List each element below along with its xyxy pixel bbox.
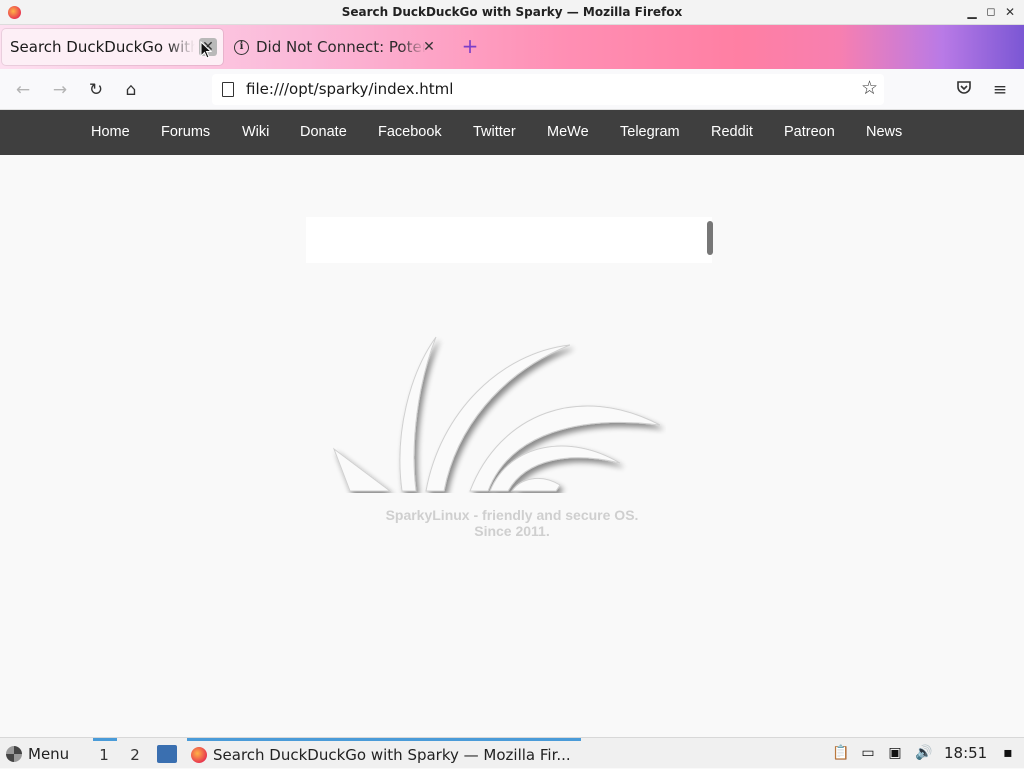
mouse-cursor-icon — [200, 41, 212, 59]
workspace-2[interactable]: 2 — [124, 746, 146, 764]
window-title: Search DuckDuckGo with Sparky — Mozilla … — [341, 5, 683, 19]
window-titlebar: Search DuckDuckGo with Sparky — Mozilla … — [0, 0, 1024, 25]
taskbar-firefox-task[interactable]: Search DuckDuckGo with Sparky — Mozilla … — [187, 738, 581, 769]
reload-button[interactable]: ↻ — [84, 78, 108, 102]
clock: 18:51 — [944, 744, 988, 762]
keyboard-icon[interactable]: ▣ — [886, 744, 904, 762]
tab-did-not-connect[interactable]: i Did Not Connect: Potential Security Is… — [226, 29, 446, 65]
menu-label: Menu — [28, 745, 70, 763]
taskbar: Menu 1 2 Search DuckDuckGo with Sparky —… — [0, 737, 1024, 768]
workspace-1[interactable]: 1 — [93, 738, 117, 764]
nav-donate[interactable]: Donate — [300, 124, 347, 140]
url-bar[interactable]: file:///opt/sparky/index.html ☆ — [212, 74, 884, 105]
nav-reddit[interactable]: Reddit — [711, 124, 753, 140]
tab-label: Search DuckDuckGo with Sparky — [10, 38, 195, 56]
new-tab-button[interactable]: + — [460, 36, 480, 56]
nav-mewe[interactable]: MeWe — [547, 124, 589, 140]
close-tab-icon[interactable]: ✕ — [420, 38, 438, 56]
search-input[interactable] — [306, 217, 712, 263]
nav-news[interactable]: News — [866, 124, 902, 140]
url-text: file:///opt/sparky/index.html — [246, 80, 454, 98]
nav-wiki[interactable]: Wiki — [242, 124, 269, 140]
start-menu-button[interactable]: Menu — [6, 745, 69, 763]
forward-button[interactable]: → — [48, 78, 72, 102]
minimize-icon[interactable]: ▁ — [964, 4, 980, 20]
clipboard-icon[interactable]: 📋 — [832, 744, 850, 762]
tab-search-duckduckgo[interactable]: Search DuckDuckGo with Sparky ✕ — [2, 29, 223, 65]
tagline-line-1: SparkyLinux - friendly and secure OS. — [385, 507, 639, 523]
pocket-icon[interactable] — [952, 78, 976, 102]
nav-home[interactable]: Home — [91, 124, 130, 140]
firefox-icon — [191, 747, 207, 763]
nav-forums[interactable]: Forums — [161, 124, 210, 140]
tagline-line-2: Since 2011. — [474, 523, 550, 539]
info-icon: i — [234, 39, 249, 55]
show-desktop-icon[interactable]: ▪ — [999, 744, 1017, 762]
nav-patreon[interactable]: Patreon — [784, 124, 835, 140]
navigation-toolbar: ← → ↻ ⌂ file:///opt/sparky/index.html ☆ … — [0, 69, 1024, 110]
page-icon — [222, 82, 234, 97]
close-window-icon[interactable]: ✕ — [1002, 4, 1018, 20]
desktop-app-icon[interactable] — [157, 745, 177, 763]
nav-facebook[interactable]: Facebook — [378, 124, 442, 140]
search-scrollbar[interactable] — [707, 221, 713, 255]
nav-telegram[interactable]: Telegram — [620, 124, 680, 140]
volume-icon[interactable]: 🔊 — [915, 744, 933, 762]
maximize-icon[interactable]: ◻ — [983, 4, 999, 20]
back-button[interactable]: ← — [11, 78, 35, 102]
tab-label: Did Not Connect: Potential Security Issu… — [256, 38, 426, 56]
task-label: Search DuckDuckGo with Sparky — Mozilla … — [213, 746, 571, 764]
home-button[interactable]: ⌂ — [119, 78, 143, 102]
display-icon[interactable]: ▭ — [859, 744, 877, 762]
sparky-menu-icon — [6, 746, 22, 762]
bookmark-star-icon[interactable]: ☆ — [861, 77, 878, 99]
site-navigation: Home Forums Wiki Donate Facebook Twitter… — [0, 110, 1024, 155]
sparky-logo — [332, 336, 661, 492]
menu-hamburger-icon[interactable]: ≡ — [988, 78, 1012, 102]
tab-strip: Search DuckDuckGo with Sparky ✕ i Did No… — [0, 25, 1024, 69]
nav-twitter[interactable]: Twitter — [473, 124, 516, 140]
